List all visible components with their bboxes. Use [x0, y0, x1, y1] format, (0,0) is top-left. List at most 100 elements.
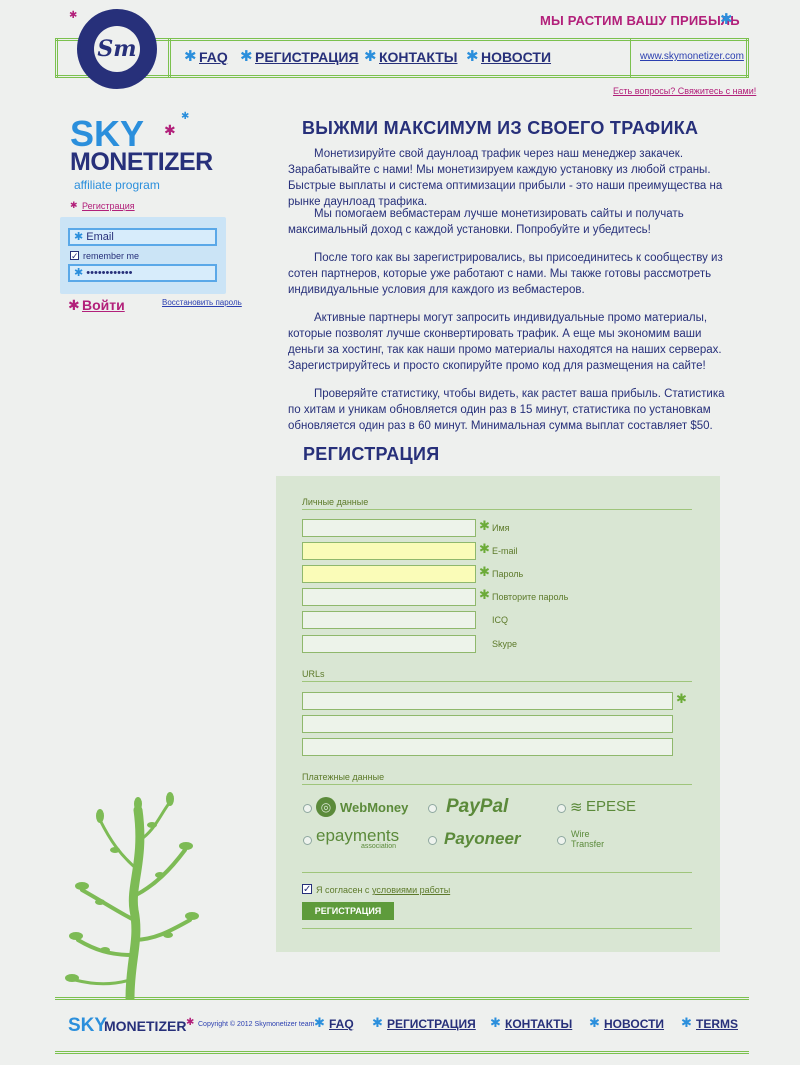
section-divider	[302, 872, 692, 873]
webmoney-logo: WebMoney	[340, 800, 409, 815]
star-icon: ✱	[364, 48, 377, 65]
logo-monogram: Sm	[94, 26, 140, 72]
footer-nav-contacts[interactable]: КОНТАКТЫ	[505, 1017, 572, 1031]
section-label: URLs	[302, 669, 325, 679]
section-divider	[302, 681, 692, 682]
main-title: ВЫЖМИ МАКСИМУМ ИЗ СВОЕГО ТРАФИКА	[302, 118, 699, 138]
registration-title: РЕГИСТРАЦИЯ	[303, 444, 440, 464]
email-field[interactable]: ✱ Email	[68, 228, 217, 246]
payment-radio-wire[interactable]	[557, 836, 566, 845]
star-icon: ✱	[68, 297, 80, 313]
star-icon: ✱	[70, 200, 78, 210]
remember-checkbox[interactable]: ✓	[70, 251, 79, 261]
skype-input[interactable]	[302, 635, 476, 653]
payoneer-logo: Payoneer	[444, 829, 521, 848]
remember-label: remember me	[83, 251, 140, 261]
contact-link[interactable]: Есть вопросы? Свяжитесь с нами!	[613, 86, 756, 96]
site-link[interactable]: www.skymonetizer.com	[640, 51, 744, 62]
nav-divider	[630, 38, 631, 78]
agree-checkbox[interactable]: ✓	[302, 884, 312, 895]
webmoney-icon: ◎	[316, 797, 336, 817]
payment-radio-epese[interactable]	[557, 804, 566, 813]
payment-radio-epayments[interactable]	[303, 836, 312, 845]
nav-divider	[168, 38, 171, 78]
wire-transfer-logo: Wire Transfer	[571, 829, 604, 849]
paragraph: Проверяйте статистику, чтобы видеть, как…	[288, 388, 725, 432]
footer-nav-terms[interactable]: TERMS	[696, 1017, 738, 1031]
star-icon: ✱	[466, 48, 479, 65]
required-icon: ✱	[479, 541, 490, 556]
wire-line1: Wire	[571, 829, 590, 839]
star-icon: ✱	[314, 1015, 325, 1030]
payment-radio-paypal[interactable]	[428, 804, 437, 813]
nav-registration[interactable]: РЕГИСТРАЦИЯ	[255, 49, 359, 65]
section-divider	[302, 784, 692, 785]
footer-nav-faq[interactable]: FAQ	[329, 1017, 354, 1031]
star-icon: ✱	[181, 111, 190, 122]
required-icon: ✱	[479, 564, 490, 579]
required-icon: ✱	[676, 691, 687, 706]
star-icon: ✱	[490, 1015, 501, 1030]
section-label: Платежные данные	[302, 772, 385, 782]
brand-monetizer: MONETIZER	[70, 148, 213, 176]
payment-radio-payoneer[interactable]	[428, 836, 437, 845]
star-icon: ✱	[164, 122, 176, 138]
paragraph: Мы помогаем вебмастерам лучше монетизиро…	[288, 208, 684, 236]
nav-frame-left	[55, 38, 59, 78]
star-icon: ✱	[589, 1015, 600, 1030]
url-input[interactable]	[302, 738, 673, 756]
nav-news[interactable]: НОВОСТИ	[481, 49, 551, 65]
star-icon: ✱	[720, 11, 733, 28]
nav-contacts[interactable]: КОНТАКТЫ	[379, 49, 457, 65]
star-icon: ✱	[240, 48, 253, 65]
section-divider	[302, 509, 692, 510]
paypal-logo: PayPal	[446, 796, 509, 817]
register-submit-button[interactable]: РЕГИСТРАЦИЯ	[302, 902, 394, 920]
field-label: Skype	[492, 639, 518, 649]
star-icon: ✱	[74, 267, 84, 279]
footer-brand-sky: SKY	[68, 1015, 108, 1036]
star-icon: ✱	[69, 10, 78, 21]
epese-icon: ≋	[570, 799, 583, 816]
sidebar-register-link[interactable]: Регистрация	[82, 201, 135, 211]
tree-illustration	[65, 792, 199, 1000]
agree-prefix: Я согласен с	[316, 885, 370, 895]
login-button[interactable]: Войти	[82, 297, 125, 313]
paragraph: Монетизируйте свой даунлоад трафик через…	[288, 148, 723, 208]
section-label: Личные данные	[302, 497, 369, 507]
paragraph: Активные партнеры могут запросить индиви…	[288, 312, 722, 372]
terms-link[interactable]: условиями работы	[372, 885, 450, 895]
footer-nav-news[interactable]: НОВОСТИ	[604, 1017, 664, 1031]
wire-line2: Transfer	[571, 839, 605, 849]
epese-logo: EPESE	[586, 798, 637, 815]
star-icon: ✱	[74, 231, 84, 243]
name-input[interactable]	[302, 519, 476, 537]
field-label: Имя	[492, 523, 510, 533]
brand-sky: SKY	[70, 113, 145, 154]
section-divider	[302, 928, 692, 929]
nav-frame-right	[745, 38, 749, 78]
brand-subtitle: affiliate program	[74, 178, 160, 192]
footer-nav-registration[interactable]: РЕГИСТРАЦИЯ	[387, 1017, 476, 1031]
password-input[interactable]	[302, 565, 476, 583]
agree-label: Я согласен с условиями работы	[316, 885, 450, 895]
url-input[interactable]	[302, 692, 673, 710]
email-placeholder: Email	[86, 231, 114, 243]
password-value: ••••••••••••	[86, 267, 133, 279]
field-label: Повторите пароль	[492, 592, 569, 602]
payment-radio-webmoney[interactable]	[303, 804, 312, 813]
footer-brand-monetizer: MONETIZER	[104, 1018, 187, 1034]
restore-password-link[interactable]: Восстановить пароль	[162, 298, 242, 307]
epayments-sub: association	[361, 843, 397, 850]
email-input[interactable]	[302, 542, 476, 560]
password-field[interactable]: ✱ ••••••••••••	[68, 264, 217, 282]
copyright: Copyright © 2012 Skymonetizer team	[198, 1021, 315, 1028]
required-icon: ✱	[479, 518, 490, 533]
field-label: Пароль	[492, 569, 524, 579]
required-icon: ✱	[479, 587, 490, 602]
url-input[interactable]	[302, 715, 673, 733]
confirm-password-input[interactable]	[302, 588, 476, 606]
icq-input[interactable]	[302, 611, 476, 629]
nav-faq[interactable]: FAQ	[199, 49, 228, 65]
star-icon: ✱	[681, 1015, 692, 1030]
